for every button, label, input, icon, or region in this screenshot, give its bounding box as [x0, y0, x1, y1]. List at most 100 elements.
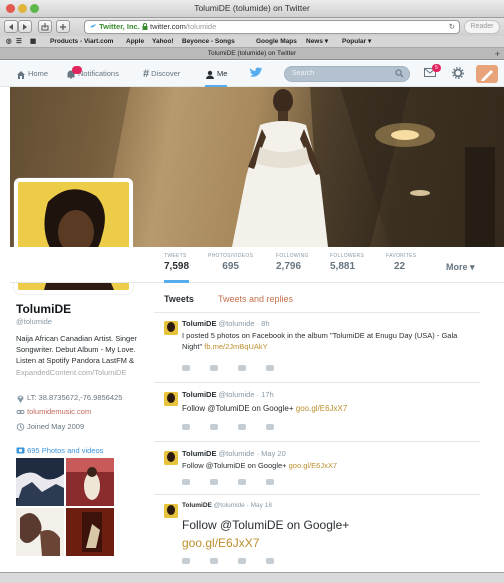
reading-list-icon[interactable]: ◎: [6, 36, 12, 48]
tab-twitter-profile[interactable]: TolumiDE (tolumide) on Twitter: [0, 48, 504, 60]
reply-icon[interactable]: [182, 558, 190, 564]
bookmarks-bar: ◎ ☰ ▦ Products - Viart.com Apple Yahoo! …: [0, 36, 504, 48]
nav-discover[interactable]: # Discover: [143, 61, 180, 87]
new-tab-button[interactable]: [56, 20, 70, 33]
retweet-icon[interactable]: [210, 424, 218, 430]
tweet-avatar[interactable]: [164, 451, 178, 465]
tweet-item[interactable]: TolumiDE @tolumide · 8h I posted 5 photo…: [154, 313, 480, 383]
bookmark-item[interactable]: Products - Viart.com: [50, 36, 113, 48]
photo-thumbnail[interactable]: [16, 508, 64, 556]
nav-notifications[interactable]: Notifications: [66, 61, 119, 87]
stat-value: 5,881: [330, 261, 356, 272]
favorite-icon[interactable]: [238, 365, 246, 371]
stat-tweets[interactable]: TWEETS 7,598: [164, 253, 190, 283]
more-options-icon[interactable]: [266, 558, 274, 564]
lock-icon: [142, 23, 148, 30]
new-tab-plus-icon[interactable]: +: [495, 48, 500, 60]
bookmarks-grid-icon[interactable]: ▦: [30, 36, 36, 48]
profile-joined-text: Joined May 2009: [27, 422, 85, 431]
ssl-certificate-label: Twitter, Inc.: [99, 22, 140, 31]
bookmark-item[interactable]: Yahoo!: [152, 36, 174, 48]
reply-icon[interactable]: [182, 424, 190, 430]
photos-and-videos-link[interactable]: 695 Photos and videos: [16, 446, 103, 455]
compose-tweet-button[interactable]: [476, 65, 498, 83]
tweet-link[interactable]: goo.gl/E6JxX7: [289, 461, 337, 470]
reply-icon[interactable]: [182, 365, 190, 371]
tweet-header: TolumiDE @tolumide · 17h: [182, 390, 274, 399]
favorite-icon[interactable]: [238, 558, 246, 564]
photo-thumbnail[interactable]: [66, 508, 114, 556]
twitter-bird-icon[interactable]: [249, 67, 263, 79]
reload-icon[interactable]: ↻: [449, 21, 455, 33]
retweet-icon[interactable]: [210, 365, 218, 371]
tweet-author-handle[interactable]: @tolumide · 8h: [219, 319, 270, 328]
tweet-author-name[interactable]: TolumiDE: [182, 502, 212, 509]
messages-button[interactable]: 5: [424, 64, 441, 79]
location-pin-icon: [17, 395, 24, 403]
more-options-icon[interactable]: [266, 479, 274, 485]
tweet-author-handle[interactable]: @tolumide · May 18: [214, 502, 272, 509]
tweet-avatar[interactable]: [164, 392, 178, 406]
tweet-author-name[interactable]: TolumiDE: [182, 319, 216, 328]
tweet-item[interactable]: TolumiDE @tolumide · May 18 Follow @Tolu…: [154, 496, 480, 568]
favorite-icon[interactable]: [238, 424, 246, 430]
stat-following[interactable]: FOLLOWING 2,796: [276, 253, 309, 272]
stat-label: TWEETS: [164, 253, 187, 259]
reader-button[interactable]: Reader: [464, 20, 500, 34]
share-button[interactable]: [38, 20, 52, 33]
search-icon[interactable]: [395, 69, 404, 78]
tweet-link[interactable]: goo.gl/E6JxX7: [296, 404, 348, 413]
favorite-icon[interactable]: [238, 479, 246, 485]
bookmark-item[interactable]: Apple: [126, 36, 144, 48]
tweet-author-name[interactable]: TolumiDE: [182, 449, 216, 458]
tweet-item[interactable]: TolumiDE @tolumide · May 20 Follow @Tolu…: [154, 443, 480, 495]
stat-favorites[interactable]: FAVORITES 22: [386, 253, 416, 272]
stat-value: 695: [222, 261, 239, 272]
profile-bio-link[interactable]: ExpandedContent.com/TolumiDE: [16, 368, 126, 377]
photo-thumbnail[interactable]: [16, 458, 64, 506]
tweet-link[interactable]: goo.gl/E6JxX7: [182, 536, 259, 550]
tweet-item[interactable]: TolumiDE @tolumide · 17h Follow @TolumiD…: [154, 384, 480, 442]
tab-tweets-and-replies[interactable]: Tweets and replies: [218, 294, 293, 304]
reply-icon[interactable]: [182, 479, 190, 485]
bookmark-item[interactable]: News ▾: [306, 36, 328, 48]
more-stats-button[interactable]: More ▾: [446, 262, 475, 273]
stat-photos-videos[interactable]: PHOTOS/VIDEOS 695: [208, 253, 253, 272]
share-icon: [41, 23, 49, 31]
tweet-avatar-image: [164, 451, 178, 465]
stat-followers[interactable]: FOLLOWERS 5,881: [330, 253, 364, 272]
show-all-bookmarks-icon[interactable]: ☰: [16, 36, 22, 48]
bookmark-item[interactable]: Beyonce - Songs: [182, 36, 235, 48]
tweet-author-name[interactable]: TolumiDE: [182, 390, 216, 399]
retweet-icon[interactable]: [210, 479, 218, 485]
tab-tweets[interactable]: Tweets: [164, 294, 194, 304]
tab-strip: TolumiDE (tolumide) on Twitter +: [0, 48, 504, 60]
forward-button[interactable]: [18, 20, 32, 33]
back-button[interactable]: [4, 20, 18, 33]
profile-website-link[interactable]: tolumidemusic.com: [27, 407, 91, 416]
address-bar[interactable]: Twitter, Inc. twitter.com/tolumide ↻: [84, 20, 460, 34]
tweet-header: TolumiDE @tolumide · May 20: [182, 449, 286, 458]
messages-count-badge: 5: [432, 64, 441, 72]
tweet-author-handle[interactable]: @tolumide · 17h: [219, 390, 274, 399]
tweet-author-handle[interactable]: @tolumide · May 20: [219, 449, 286, 458]
bookmark-item[interactable]: Google Maps: [256, 36, 297, 48]
gear-icon[interactable]: [452, 67, 464, 79]
quill-icon: [481, 70, 493, 81]
more-options-icon[interactable]: [266, 365, 274, 371]
plus-icon: [60, 24, 66, 30]
more-options-icon[interactable]: [266, 424, 274, 430]
tweet-avatar[interactable]: [164, 321, 178, 335]
nav-home[interactable]: Home: [16, 61, 48, 87]
stat-label: FAVORITES: [386, 253, 417, 259]
tweet-link[interactable]: fb.me/2JmBqUAkY: [204, 342, 267, 351]
tweet-avatar[interactable]: [164, 504, 178, 518]
search-placeholder: Search: [292, 70, 315, 77]
notification-badge: [72, 66, 82, 74]
bookmark-item[interactable]: Popular ▾: [342, 36, 371, 48]
search-input[interactable]: Search: [284, 66, 410, 82]
retweet-icon[interactable]: [210, 558, 218, 564]
profile-website: tolumidemusic.com: [16, 407, 146, 416]
photo-thumbnail[interactable]: [66, 458, 114, 506]
nav-me[interactable]: Me: [205, 61, 228, 87]
